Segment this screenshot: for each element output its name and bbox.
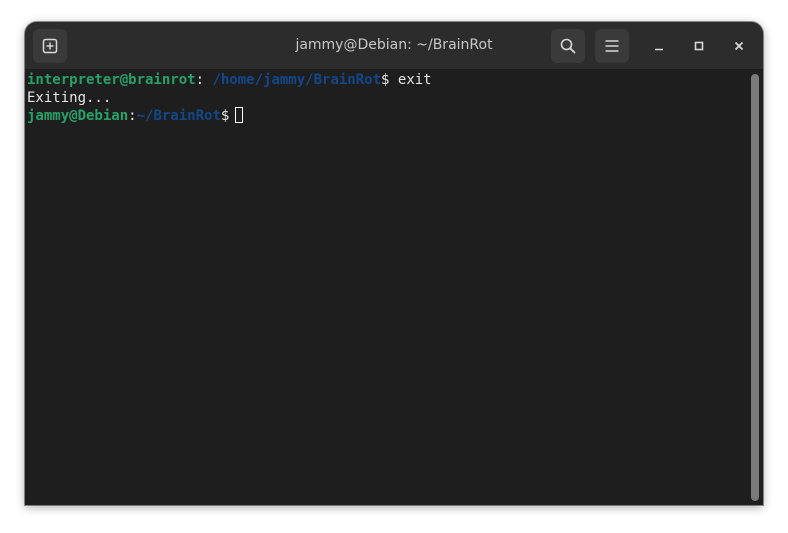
terminal-output[interactable]: interpreter@brainrot: /home/jammy/BrainR… <box>25 70 747 505</box>
terminal-line: Exiting... <box>27 89 111 107</box>
command-output: Exiting... <box>27 90 112 106</box>
maximize-button[interactable] <box>687 34 711 58</box>
terminal-line: jammy@Debian:~/BrainRot$ <box>27 107 244 125</box>
new-tab-icon <box>42 38 58 54</box>
close-button[interactable] <box>727 34 751 58</box>
terminal-line: interpreter@brainrot: /home/jammy/BrainR… <box>27 71 432 89</box>
vertical-scrollbar[interactable] <box>747 70 763 505</box>
close-icon <box>734 41 744 51</box>
command-text: exit <box>389 72 432 88</box>
prompt-separator: : <box>128 108 137 124</box>
maximize-icon <box>694 41 704 51</box>
prompt-user-host: jammy@Debian <box>27 108 129 124</box>
search-button[interactable] <box>551 29 585 63</box>
new-tab-button[interactable] <box>33 29 67 63</box>
prompt-symbol: $ <box>220 108 230 124</box>
scrollbar-thumb[interactable] <box>751 74 759 501</box>
minimize-icon <box>655 48 663 51</box>
minimize-button[interactable] <box>647 34 671 58</box>
hamburger-menu-icon <box>605 40 619 52</box>
text-cursor <box>235 107 244 123</box>
search-icon <box>560 38 576 54</box>
headerbar: jammy@Debian: ~/BrainRot <box>25 22 763 70</box>
prompt-path: /home/jammy/BrainRot <box>204 72 382 88</box>
prompt-user-host: interpreter@brainrot <box>27 72 196 88</box>
prompt-path: ~/BrainRot <box>136 108 221 124</box>
main-menu-button[interactable] <box>595 29 629 63</box>
terminal-window: jammy@Debian: ~/BrainRot interpreter@bra… <box>25 22 763 505</box>
prompt-separator: : <box>195 72 205 88</box>
